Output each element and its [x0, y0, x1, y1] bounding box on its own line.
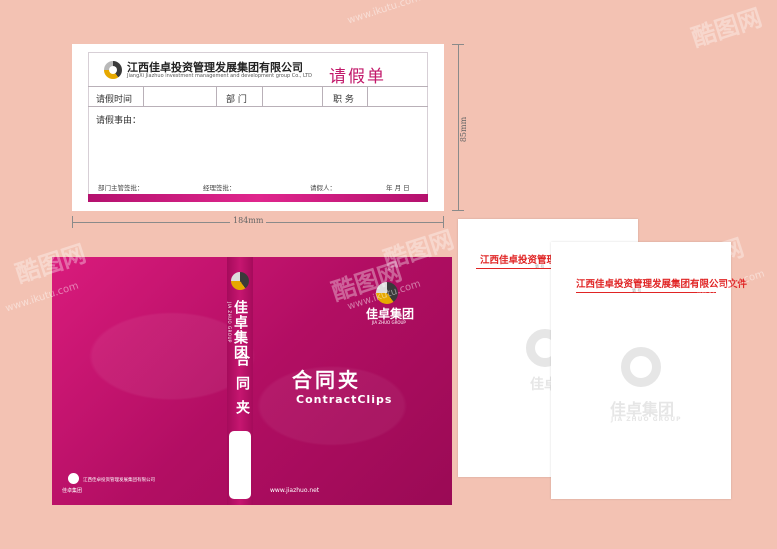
table-divider — [143, 86, 144, 106]
form-title: 请假单 — [329, 67, 386, 87]
height-dimension-tick — [452, 44, 464, 45]
doc-front-watermark-logo-icon — [621, 347, 661, 387]
table-row-line — [88, 106, 428, 107]
spine-label-box — [229, 431, 251, 499]
folder-title-en: ContractClips — [296, 393, 393, 406]
applicant-sign-label: 请假人： — [310, 184, 336, 192]
spine-title: 合同夹 — [234, 352, 250, 424]
manager-sign-label: 经理签批： — [203, 184, 236, 192]
folder-url: www.jiazhuo.net — [270, 487, 320, 494]
folder-title-cn: 合同夹 — [292, 368, 361, 392]
width-dimension-tick — [72, 216, 73, 228]
department-label: 部 门 — [226, 95, 247, 105]
site-watermark-url: www.ikutu.com — [346, 0, 423, 27]
height-dimension-tick — [452, 210, 464, 211]
date-label: 年 月 日 — [386, 184, 410, 192]
doc-front-watermark-en: JIA ZHUO GROUP — [611, 416, 682, 423]
company-name-en: JiangXi Jiazhuo investment management an… — [127, 73, 313, 79]
height-dimension-text: 85mm — [459, 114, 469, 145]
table-divider — [367, 86, 368, 106]
table-top-line — [88, 86, 428, 87]
leave-reason-label: 请假事由： — [96, 116, 142, 126]
spine-brand-en: JIA ZHUO GROUP — [227, 302, 232, 343]
position-label: 职 务 — [333, 95, 354, 105]
doc-front-number: 第 号 — [632, 288, 642, 293]
back-brand: 佳卓集团 — [62, 488, 83, 494]
table-divider — [262, 86, 263, 106]
doc-back-number: 第 号 — [535, 264, 545, 269]
dept-head-sign-label: 部门主管签批： — [98, 184, 144, 192]
leave-time-label: 请假时间 — [96, 95, 133, 105]
site-watermark-cn: 酷图网 — [688, 3, 766, 53]
spine-brand: 佳卓集团 — [232, 300, 248, 360]
company-logo-icon — [104, 61, 122, 79]
table-divider — [216, 86, 217, 106]
table-divider — [322, 86, 323, 106]
spine-logo-icon — [231, 272, 249, 290]
width-dimension-text: 184mm — [230, 216, 267, 225]
back-logo-icon — [68, 473, 79, 484]
front-brand-en: JIA ZHUO GROUP — [372, 320, 406, 325]
back-company-name: 江西佳卓投资管理发展集团有限公司 — [83, 478, 155, 483]
form-bottom-bar — [88, 194, 428, 202]
